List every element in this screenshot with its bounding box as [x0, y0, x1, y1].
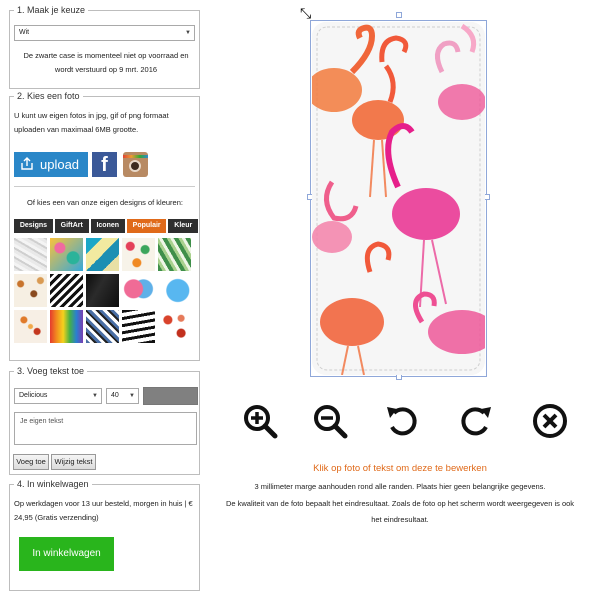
size-select-value: 40 [111, 392, 119, 399]
color-select-value: Wit [19, 29, 30, 36]
rotate-left-icon[interactable] [384, 403, 420, 439]
divider [14, 186, 195, 187]
facebook-icon: f [101, 154, 108, 176]
design-tabs: Designs GiftArt Iconen Populair Kleur [14, 219, 199, 233]
delivery-info: Op werkdagen voor 13 uur besteld, morgen… [14, 499, 193, 522]
design-thumbnail[interactable] [158, 238, 191, 271]
quality-notice: De kwaliteit van de foto bepaalt het ein… [225, 499, 575, 508]
rotate-handle[interactable] [396, 12, 402, 18]
phone-case-preview[interactable] [312, 22, 485, 375]
custom-text-input[interactable]: Je eigen tekst [14, 412, 197, 445]
design-thumbnail[interactable] [122, 310, 155, 343]
quality-notice-end: het eindresultaat. [371, 515, 429, 524]
section-title: 1. Maak je keuze [14, 5, 89, 16]
add-text-button[interactable]: Voeg toe [13, 454, 49, 470]
design-thumbnail[interactable] [158, 310, 191, 343]
upload-button[interactable]: upload [14, 152, 88, 177]
camera-lens-icon [129, 160, 141, 172]
design-thumbnail[interactable] [14, 274, 47, 307]
instagram-icon [123, 155, 148, 158]
design-thumbnail[interactable] [14, 310, 47, 343]
design-thumbnail[interactable] [86, 310, 119, 343]
tab-designs[interactable]: Designs [14, 219, 53, 233]
zoom-out-icon[interactable] [312, 403, 348, 439]
upload-instructions: U kunt uw eigen fotos in jpg, gif of png… [14, 111, 169, 134]
chevron-down-icon: ▼ [92, 393, 98, 399]
text-section: 3. Voeg tekst toe Delicious ▼ 40 ▼ Je ei… [9, 366, 200, 475]
design-thumbnail[interactable] [122, 238, 155, 271]
design-thumbnail[interactable] [14, 238, 47, 271]
tab-kleur[interactable]: Kleur [168, 219, 199, 233]
design-thumbnail[interactable] [122, 274, 155, 307]
edit-text-button[interactable]: Wijzig tekst [51, 454, 96, 470]
font-select-value: Delicious [19, 392, 48, 399]
cart-section: 4. In winkelwagen Op werkdagen voor 13 u… [9, 479, 200, 591]
custom-text-placeholder: Je eigen tekst [20, 418, 64, 425]
design-thumbnail[interactable] [86, 238, 119, 271]
design-thumbnail[interactable] [86, 274, 119, 307]
design-thumbnail[interactable] [50, 310, 83, 343]
add-to-cart-button[interactable]: In winkelwagen [19, 537, 114, 571]
rotate-right-icon[interactable] [458, 403, 494, 439]
color-select[interactable]: Wit ▼ [14, 25, 195, 41]
choice-section: 1. Maak je keuze Wit ▼ De zwarte case is… [9, 5, 200, 89]
designs-intro: Of kies een van onze eigen designs of kl… [27, 198, 183, 207]
section-title: 3. Voeg tekst toe [14, 366, 88, 377]
edit-hint: Klik op foto of tekst om deze te bewerke… [313, 463, 487, 474]
chevron-down-icon: ▼ [129, 393, 135, 399]
photo-section: 2. Kies een foto U kunt uw eigen fotos i… [9, 91, 200, 361]
instagram-button[interactable] [123, 152, 148, 177]
upload-label: upload [40, 157, 80, 172]
text-color-picker[interactable] [143, 387, 198, 405]
margin-notice: 3 millimeter marge aanhouden rond alle r… [254, 482, 546, 491]
design-grid [14, 238, 198, 343]
section-title: 4. In winkelwagen [14, 479, 92, 490]
tab-iconen[interactable]: Iconen [90, 219, 125, 233]
design-thumbnail[interactable] [158, 274, 191, 307]
stock-notice: De zwarte case is momenteel niet op voor… [23, 51, 189, 74]
design-thumbnail[interactable] [50, 274, 83, 307]
zoom-in-icon[interactable] [242, 403, 278, 439]
tab-populair[interactable]: Populair [126, 219, 167, 233]
chevron-down-icon: ▼ [185, 30, 191, 36]
tab-giftart[interactable]: GiftArt [54, 219, 89, 233]
flamingo-design [312, 22, 485, 375]
facebook-button[interactable]: f [92, 152, 117, 177]
size-select[interactable]: 40 ▼ [106, 388, 139, 404]
upload-icon [21, 157, 33, 170]
close-icon[interactable] [532, 403, 568, 439]
section-title: 2. Kies een foto [14, 91, 83, 102]
design-thumbnail[interactable] [50, 238, 83, 271]
font-select[interactable]: Delicious ▼ [14, 388, 102, 404]
